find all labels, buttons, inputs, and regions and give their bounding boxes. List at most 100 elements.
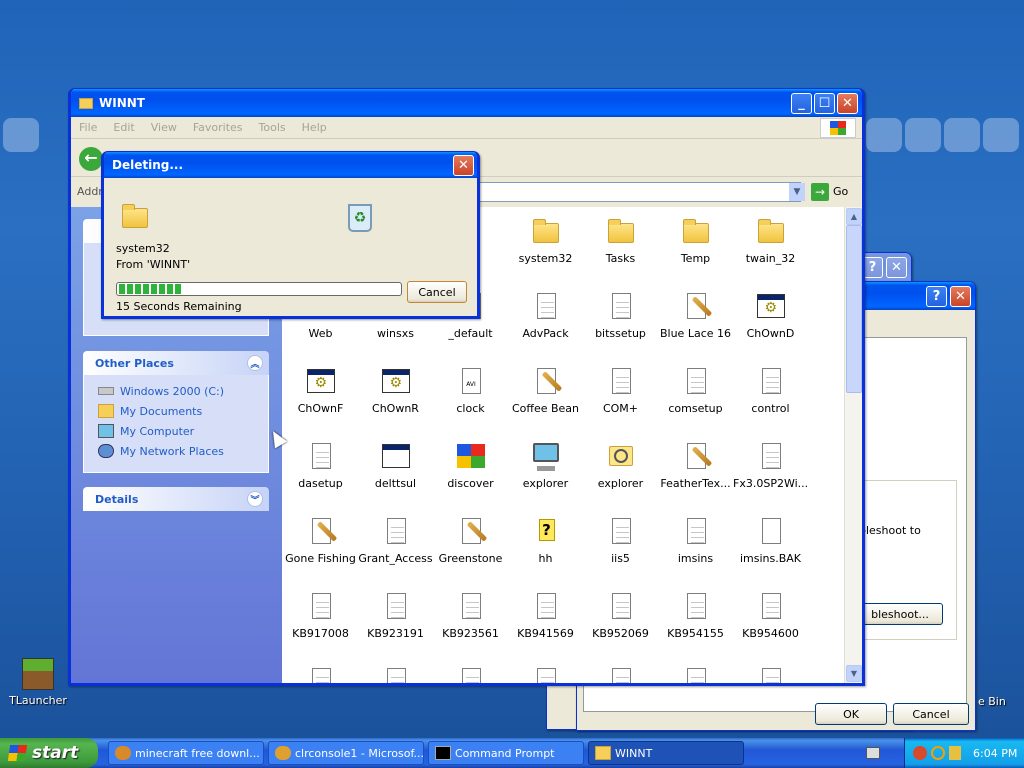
back-button[interactable]: ← [79, 147, 103, 171]
file-item[interactable]: ChOwnR [358, 365, 433, 415]
close-button[interactable]: ✕ [886, 257, 907, 278]
file-item[interactable]: discover [433, 440, 508, 490]
file-item[interactable]: FeatherTex... [658, 440, 733, 490]
file-item[interactable]: bitssetup [583, 290, 658, 340]
file-item[interactable]: Fx3.0SP2Wi... [733, 440, 808, 490]
help-button[interactable]: ? [926, 286, 947, 307]
file-item[interactable]: imsins.BAK [733, 515, 808, 565]
file-item[interactable]: KB954155 [658, 590, 733, 640]
start-button[interactable]: start [0, 738, 98, 768]
maximize-button[interactable]: ☐ [814, 93, 835, 114]
file-item[interactable] [283, 665, 358, 683]
menu-edit[interactable]: Edit [113, 121, 134, 134]
scroll-down-button[interactable]: ▼ [846, 665, 862, 682]
taskbar-item-clrconsole[interactable]: clrconsole1 - Microsof... [268, 741, 424, 765]
address-dropdown-button[interactable]: ▼ [789, 183, 805, 201]
file-item[interactable]: Grant_Access [358, 515, 433, 565]
vertical-scrollbar[interactable]: ▲ ▼ [844, 207, 862, 683]
file-item[interactable]: AVI clock [433, 365, 508, 415]
place-drive-c[interactable]: Windows 2000 (C:) [84, 381, 268, 401]
file-name: KB941569 [517, 627, 574, 640]
file-name: Grant_Access [358, 552, 433, 565]
file-item[interactable]: iis5 [583, 515, 658, 565]
desktop-icon-tlauncher[interactable]: TLauncher [3, 658, 73, 707]
file-item[interactable]: twain_32 [733, 215, 808, 265]
file-item[interactable]: Greenstone [433, 515, 508, 565]
file-item[interactable]: ChOwnF [283, 365, 358, 415]
file-item[interactable]: system32 [508, 215, 583, 265]
file-item[interactable]: Blue Lace 16 [658, 290, 733, 340]
file-item[interactable]: Temp [658, 215, 733, 265]
file-item[interactable]: Coffee Bean [508, 365, 583, 415]
close-button[interactable]: ✕ [453, 155, 474, 176]
desktop-icon-recycle-bin-label[interactable]: e Bin [978, 695, 1006, 708]
ok-button[interactable]: OK [815, 703, 887, 725]
help-button[interactable]: ? [862, 257, 883, 278]
troubleshoot-button[interactable]: bleshoot... [857, 603, 943, 625]
scroll-thumb[interactable] [846, 225, 862, 393]
file-item[interactable]: imsins [658, 515, 733, 565]
cancel-button[interactable]: Cancel [407, 281, 467, 303]
file-item[interactable]: delttsul [358, 440, 433, 490]
file-item[interactable]: explorer [583, 440, 658, 490]
scroll-up-button[interactable]: ▲ [846, 208, 862, 225]
desktop-tile [3, 118, 39, 152]
tray-icon-1[interactable] [913, 746, 927, 760]
search-icon[interactable] [931, 746, 945, 760]
file-item[interactable]: AdvPack [508, 290, 583, 340]
file-item[interactable]: KB923191 [358, 590, 433, 640]
address-input[interactable] [471, 182, 801, 202]
menu-file[interactable]: File [79, 121, 97, 134]
deleting-dialog: Deleting... ✕ ♻ system32 From 'WINNT' Ca… [101, 151, 480, 319]
file-item[interactable]: comsetup [658, 365, 733, 415]
keyboard-icon[interactable] [866, 747, 880, 759]
panel-header-other-places[interactable]: Other Places ︽ [83, 351, 269, 375]
file-name: COM+ [602, 402, 639, 415]
file-name: clock [456, 402, 485, 415]
place-my-computer[interactable]: My Computer [84, 421, 268, 441]
my-computer-icon [98, 424, 114, 438]
file-item[interactable] [583, 665, 658, 683]
file-item[interactable]: Tasks [583, 215, 658, 265]
file-item[interactable]: KB923561 [433, 590, 508, 640]
file-item[interactable]: KB917008 [283, 590, 358, 640]
place-my-documents[interactable]: My Documents [84, 401, 268, 421]
file-item[interactable]: KB954600 [733, 590, 808, 640]
menu-tools[interactable]: Tools [259, 121, 286, 134]
close-button[interactable]: ✕ [837, 93, 858, 114]
chevron-down-icon[interactable]: ︾ [247, 491, 263, 507]
file-item[interactable]: Gone Fishing [283, 515, 358, 565]
panel-header-details[interactable]: Details ︾ [83, 487, 269, 511]
minimize-button[interactable]: _ [791, 93, 812, 114]
close-button[interactable]: ✕ [950, 286, 971, 307]
file-name: ChOwnF [297, 402, 344, 415]
file-item[interactable]: ? hh [508, 515, 583, 565]
file-item[interactable] [658, 665, 733, 683]
taskbar-item-winnt[interactable]: WINNT [588, 741, 744, 765]
menu-favorites[interactable]: Favorites [193, 121, 243, 134]
taskbar-item-browser[interactable]: minecraft free downl... [108, 741, 264, 765]
file-item[interactable]: KB941569 [508, 590, 583, 640]
place-my-network-places[interactable]: My Network Places [84, 441, 268, 461]
chevron-up-icon[interactable]: ︽ [247, 355, 263, 371]
cancel-button[interactable]: Cancel [893, 703, 969, 725]
file-item[interactable]: ChOwnD [733, 290, 808, 340]
menu-view[interactable]: View [151, 121, 177, 134]
file-item[interactable] [733, 665, 808, 683]
tray-icon-3[interactable] [949, 746, 961, 760]
file-item[interactable] [433, 665, 508, 683]
file-item[interactable]: dasetup [283, 440, 358, 490]
file-name: Web [308, 327, 333, 340]
file-item[interactable] [358, 665, 433, 683]
menu-help[interactable]: Help [302, 121, 327, 134]
taskbar-item-command-prompt[interactable]: Command Prompt [428, 741, 584, 765]
file-item[interactable]: control [733, 365, 808, 415]
document-icon [680, 665, 712, 683]
document-icon [605, 665, 637, 683]
file-item[interactable]: COM+ [583, 365, 658, 415]
go-button[interactable]: Go [833, 185, 848, 198]
file-item[interactable]: explorer [508, 440, 583, 490]
file-item[interactable]: KB952069 [583, 590, 658, 640]
file-item[interactable] [508, 665, 583, 683]
go-arrow-icon[interactable]: → [811, 183, 829, 201]
